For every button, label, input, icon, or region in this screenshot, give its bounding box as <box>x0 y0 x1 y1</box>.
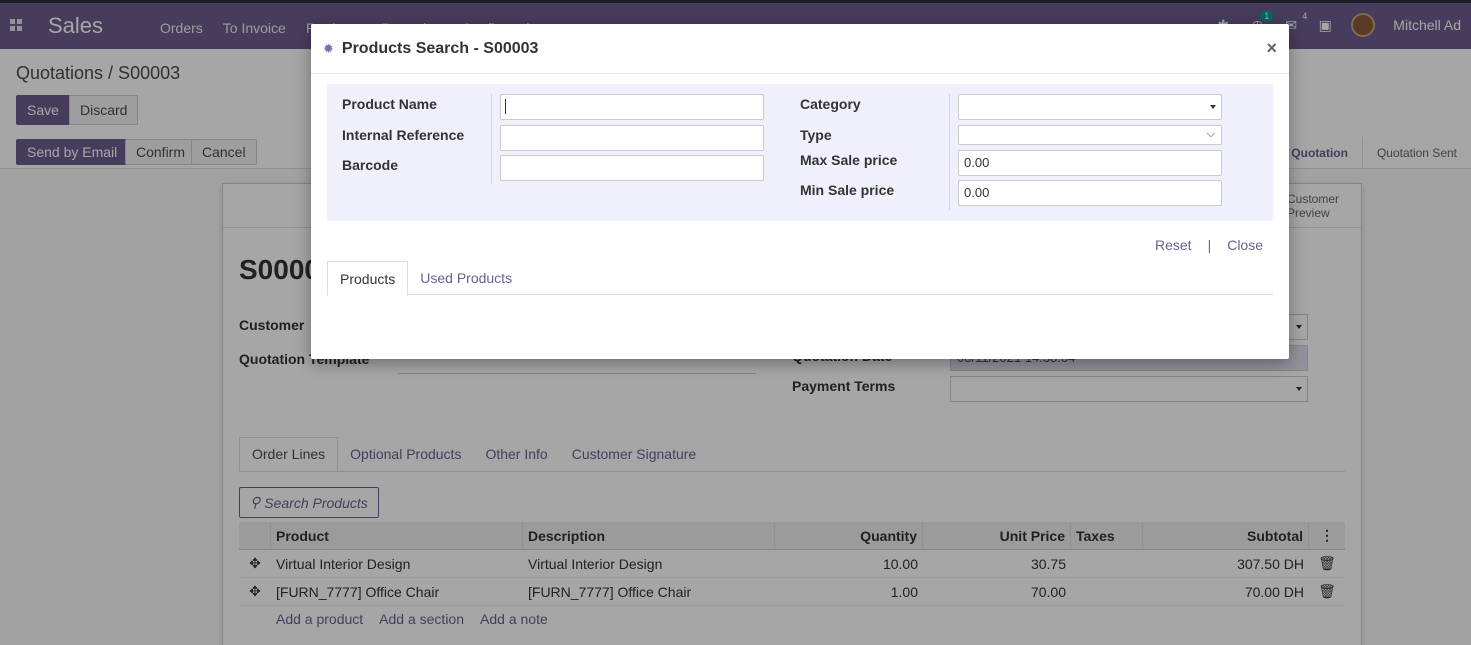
bug-icon: ✹ <box>323 40 334 56</box>
left-separator <box>491 94 492 184</box>
right-separator <box>949 94 950 210</box>
tab-used-products[interactable]: Used Products <box>408 261 524 295</box>
actions-separator: | <box>1207 237 1212 253</box>
internal-reference-input[interactable] <box>500 125 764 151</box>
category-label: Category <box>800 96 861 112</box>
close-icon[interactable]: × <box>1266 38 1277 59</box>
min-sale-price-input[interactable]: 0.00 <box>958 180 1222 206</box>
type-label: Type <box>800 127 832 143</box>
close-link[interactable]: Close <box>1227 237 1263 253</box>
barcode-input[interactable] <box>500 155 764 181</box>
product-name-input[interactable] <box>500 94 764 120</box>
modal-title: Products Search - S00003 <box>341 39 539 57</box>
search-filter-panel: Product Name Internal Reference Barcode … <box>327 84 1273 221</box>
caret-down-icon <box>1210 105 1216 109</box>
product-name-label: Product Name <box>342 96 437 112</box>
modal-actions: Reset | Close <box>1155 237 1263 253</box>
max-sale-price-input[interactable]: 0.00 <box>958 150 1222 176</box>
reset-link[interactable]: Reset <box>1155 237 1192 253</box>
text-cursor <box>505 99 506 114</box>
modal-header: ✹ Products Search - S00003 × <box>311 24 1289 74</box>
chevron-down-icon: ⌵ <box>1206 128 1215 140</box>
type-select[interactable]: ⌵ <box>958 125 1222 145</box>
min-sale-price-label: Min Sale price <box>800 182 895 198</box>
internal-reference-label: Internal Reference <box>342 127 465 143</box>
category-select[interactable] <box>958 94 1222 120</box>
max-sale-price-label: Max Sale price <box>800 152 898 168</box>
products-search-dialog: ✹ Products Search - S00003 × Product Nam… <box>311 24 1289 359</box>
modal-tabs: Products Used Products <box>327 261 1273 296</box>
barcode-label: Barcode <box>342 157 399 173</box>
tab-products[interactable]: Products <box>327 261 409 296</box>
